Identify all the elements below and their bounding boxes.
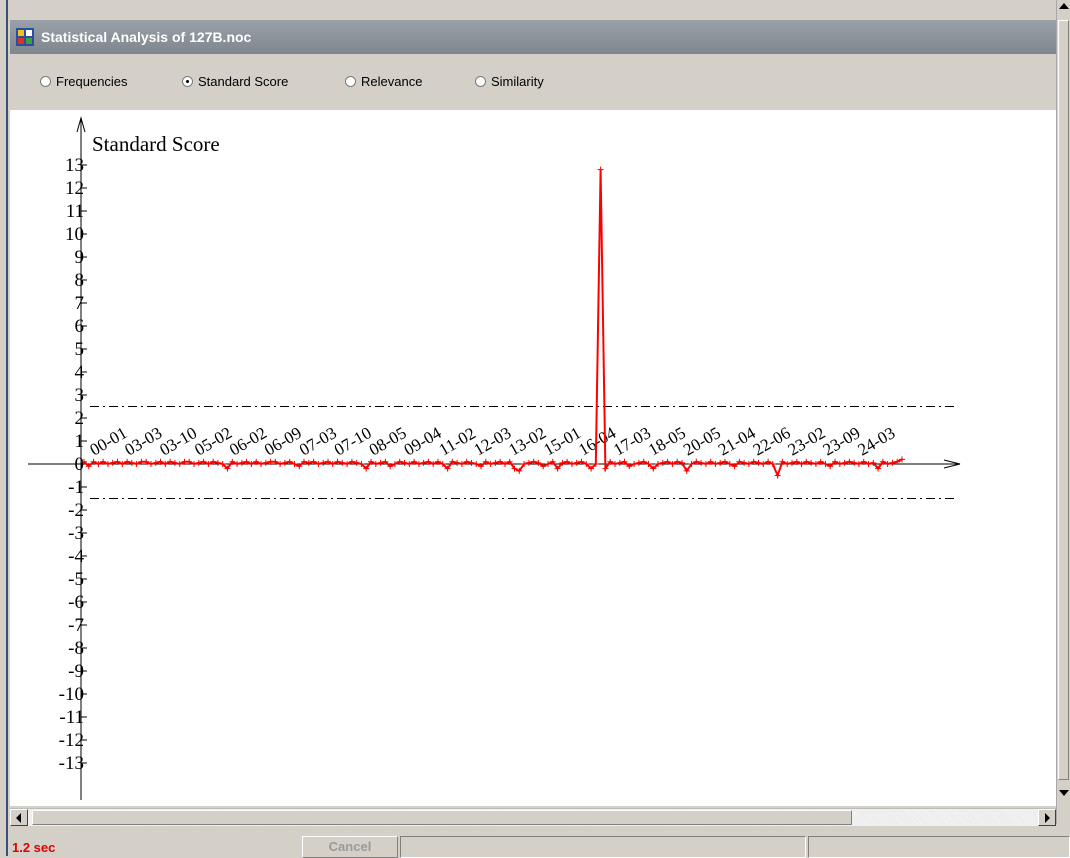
data-point [573, 459, 580, 466]
y-tick-label: 2 [75, 408, 85, 429]
data-point [597, 166, 604, 173]
scroll-up-icon[interactable] [1059, 3, 1069, 9]
data-point [492, 459, 499, 466]
data-point [420, 459, 427, 466]
data-point [635, 459, 642, 466]
chart-area: 13 12 11 10 9 8 7 6 5 4 3 2 1 0 -1 -2 -3 -4 -5 -6 -7 -8 -9 -10-… [10, 110, 1056, 806]
data-point [320, 459, 327, 466]
y-tick-label: -12 [59, 730, 84, 751]
data-point [454, 459, 461, 466]
radio-dot-selected [182, 76, 193, 87]
data-point [659, 459, 666, 466]
data-point [262, 459, 269, 466]
data-point [525, 459, 532, 466]
cancel-button[interactable]: Cancel [302, 836, 398, 858]
status-bar: 1.2 sec Cancel [10, 826, 1070, 858]
status-panel [400, 836, 806, 858]
y-tick-label: -3 [68, 523, 84, 544]
x-tick-label: 24-03 [855, 423, 899, 459]
y-tick-label: 13 [65, 155, 84, 176]
data-point [774, 472, 781, 479]
data-point [281, 459, 288, 466]
radio-dot [40, 76, 51, 87]
horizontal-scrollbar[interactable] [10, 808, 1056, 826]
y-tick-label: 3 [75, 385, 85, 406]
y-tick-label: 12 [65, 178, 84, 199]
y-tick-label: 9 [75, 247, 85, 268]
y-tick-label: 1 [75, 431, 85, 452]
app-icon [16, 28, 34, 46]
y-tick-label: 4 [75, 362, 85, 383]
radio-dot [345, 76, 356, 87]
data-point [339, 459, 346, 466]
y-tick-label: -10 [59, 684, 84, 705]
y-tick-label: -4 [68, 546, 84, 567]
data-point [171, 459, 178, 466]
data-point [889, 459, 896, 466]
data-point [377, 459, 384, 466]
data-point [851, 459, 858, 466]
data-point [808, 459, 815, 466]
data-point [214, 459, 221, 466]
y-tick-label: 11 [66, 201, 84, 222]
y-tick-label: -13 [59, 753, 84, 774]
data-point [789, 459, 795, 466]
data-point [401, 459, 408, 466]
y-axis-title: Standard Score [92, 132, 220, 156]
radio-dot [475, 76, 486, 87]
y-tick-label: -6 [68, 592, 84, 613]
data-point [305, 459, 312, 466]
window-title: Statistical Analysis of 127B.noc [41, 29, 252, 45]
scroll-left-button[interactable] [10, 809, 28, 826]
radio-label: Standard Score [198, 74, 289, 89]
data-point [128, 459, 135, 466]
data-point [109, 459, 116, 466]
y-tick-label: -5 [68, 569, 84, 590]
status-panel-secondary [808, 836, 1070, 858]
window-left-border [0, 0, 8, 856]
y-tick-label: 7 [75, 293, 85, 314]
standard-score-chart: 131211109876543210-1-2-3-4-5-6-7-8-9-10-… [28, 116, 961, 800]
chevron-left-icon [16, 813, 21, 823]
vertical-scrollbar[interactable] [1056, 0, 1070, 824]
y-tick-label: -11 [59, 707, 84, 728]
y-tick-label: -1 [68, 477, 84, 498]
data-point [195, 459, 202, 466]
y-tick-label: 0 [75, 454, 85, 475]
data-point [152, 459, 159, 466]
scroll-thumb[interactable] [1058, 20, 1069, 780]
horizontal-scroll-thumb[interactable] [32, 810, 852, 825]
data-point [841, 459, 848, 466]
y-tick-label: 8 [75, 270, 85, 291]
radio-label: Similarity [491, 74, 544, 89]
y-tick-label: 10 [65, 224, 84, 245]
data-point [717, 459, 724, 466]
chevron-right-icon [1045, 813, 1050, 823]
data-point [741, 459, 748, 466]
y-tick-label: 5 [75, 339, 85, 360]
title-bar[interactable]: Statistical Analysis of 127B.noc [10, 20, 1056, 54]
data-point [616, 459, 623, 466]
y-tick-label: -9 [68, 661, 84, 682]
y-tick-label: -2 [68, 500, 84, 521]
data-point [755, 459, 762, 466]
data-point [468, 459, 475, 466]
y-tick-label: -7 [68, 615, 84, 636]
data-point [238, 459, 245, 466]
y-tick-label: 6 [75, 316, 85, 337]
radio-label: Relevance [361, 74, 423, 89]
data-point [698, 459, 705, 466]
y-tick-label: -8 [68, 638, 84, 659]
view-options: Frequencies Standard Score Relevance Sim… [10, 54, 1056, 110]
radio-label: Frequencies [56, 74, 128, 89]
elapsed-time: 1.2 sec [12, 840, 56, 855]
scroll-right-button[interactable] [1038, 809, 1056, 826]
data-point [353, 459, 360, 466]
scroll-down-icon[interactable] [1059, 790, 1069, 796]
